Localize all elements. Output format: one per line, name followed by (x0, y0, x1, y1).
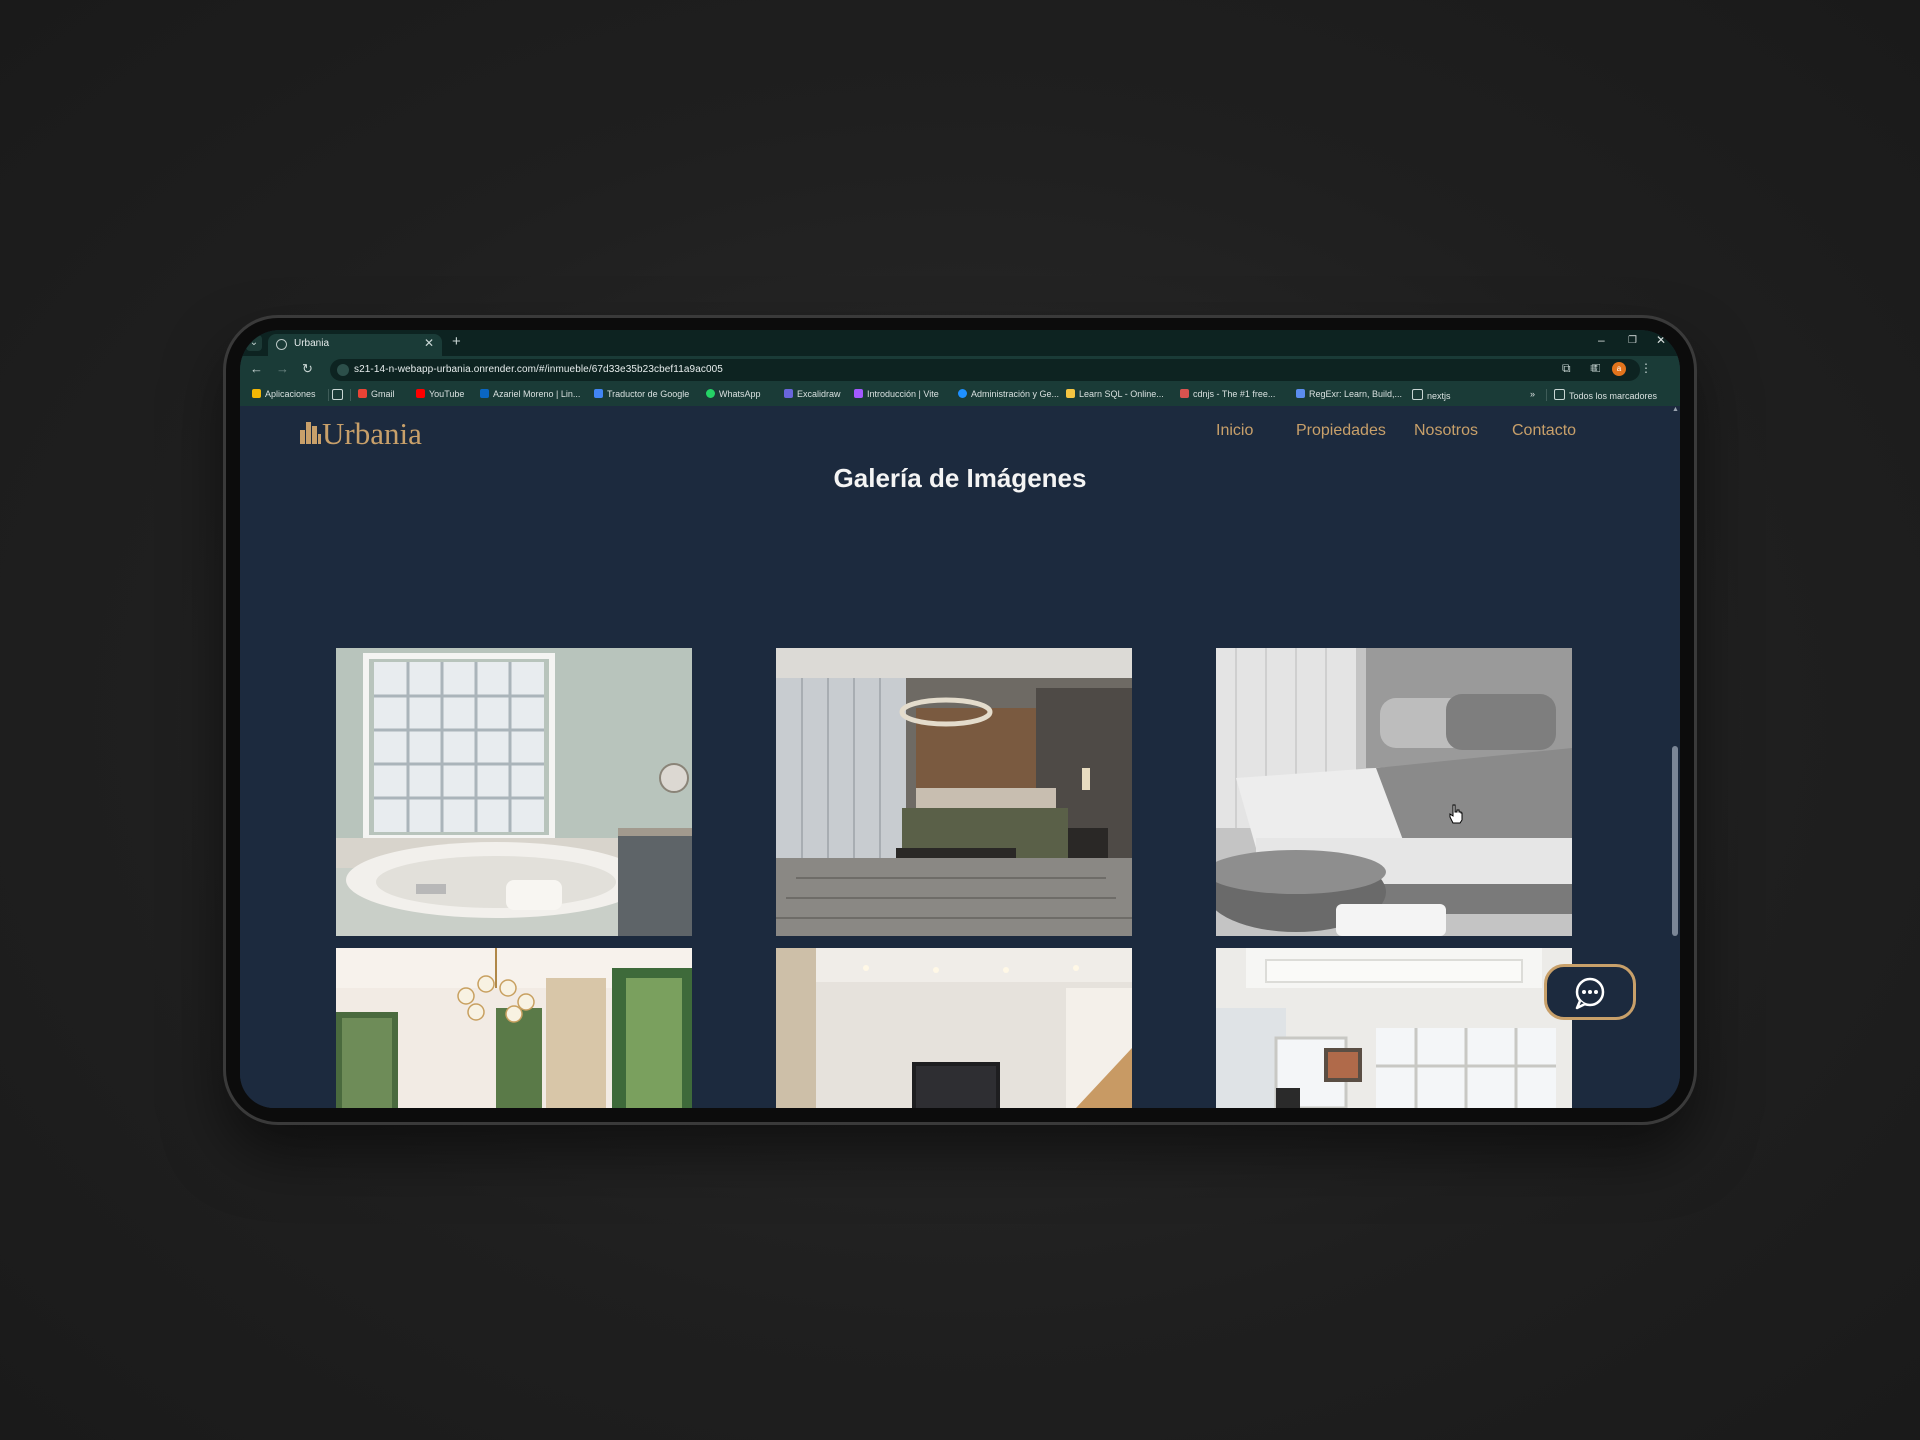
building-logo-icon (300, 422, 322, 444)
gallery-image-bed[interactable] (1216, 648, 1572, 936)
tablet-frame: ⌄ Urbania ✕ + – ❐ ✕ ← → ↻ s21-14-n-webap… (226, 318, 1694, 1122)
bookmark-vite[interactable]: Introducción | Vite (854, 389, 939, 399)
room-tv-photo (776, 948, 1132, 1108)
gallery-image-tv-room[interactable] (776, 948, 1132, 1108)
bookmark-grid[interactable] (332, 389, 347, 401)
bookmark-separator (1546, 389, 1547, 401)
window-close-icon[interactable]: ✕ (1656, 333, 1666, 347)
bookmark-translate[interactable]: Traductor de Google (594, 389, 689, 399)
grid-icon (332, 389, 343, 400)
profile-avatar[interactable]: a (1612, 362, 1626, 376)
bookmark-youtube[interactable]: YouTube (416, 389, 464, 399)
linkedin-icon (480, 389, 489, 398)
white-living-room-photo (1216, 948, 1572, 1108)
page-scrollbar[interactable]: ▲ (1672, 406, 1679, 1108)
menu-kebab-icon[interactable]: ⋮ (1640, 361, 1652, 375)
bed-gray-photo (1216, 648, 1572, 936)
edge-icon (958, 389, 967, 398)
sql-icon (1066, 389, 1075, 398)
globe-icon (276, 339, 287, 350)
new-tab-icon[interactable]: + (452, 333, 461, 350)
back-icon[interactable]: ← (250, 361, 263, 376)
folder-icon (1412, 389, 1423, 400)
gallery-image-bedroom[interactable] (776, 648, 1132, 936)
close-tab-icon[interactable]: ✕ (424, 336, 434, 350)
bookmark-whatsapp[interactable]: WhatsApp (706, 389, 761, 399)
cdnjs-icon (1180, 389, 1189, 398)
bookmark-administracion[interactable]: Administración y Ge... (958, 389, 1059, 399)
tab-search-icon[interactable]: ⌄ (246, 335, 262, 351)
apps-grid-icon (252, 389, 261, 398)
url-text: s21-14-n-webapp-urbania.onrender.com/#/i… (354, 364, 723, 375)
google-translate-icon (594, 389, 603, 398)
brand-name: Urbania (322, 416, 422, 451)
tab-title: Urbania (294, 338, 330, 349)
gmail-icon (358, 389, 367, 398)
bookmark-gmail[interactable]: Gmail (358, 389, 395, 399)
more-bookmarks-icon[interactable]: » (1530, 389, 1535, 399)
browser-toolbar: ← → ↻ s21-14-n-webapp-urbania.onrender.c… (240, 356, 1680, 384)
gallery-image-living-room[interactable] (336, 948, 692, 1108)
gallery-image-bathroom[interactable] (336, 648, 692, 936)
bookmark-cdnjs[interactable]: cdnjs - The #1 free... (1180, 389, 1275, 399)
bathroom-jacuzzi-photo (336, 648, 692, 936)
bookmark-separator (350, 389, 351, 401)
address-bar[interactable]: s21-14-n-webapp-urbania.onrender.com/#/i… (330, 359, 1640, 381)
hand-cursor-icon (1448, 804, 1464, 829)
living-room-chandelier-photo (336, 948, 692, 1108)
browser-tab[interactable]: Urbania ✕ (268, 334, 442, 356)
youtube-icon (416, 389, 425, 398)
bookmark-excalidraw[interactable]: Excalidraw (784, 389, 841, 399)
tab-strip: ⌄ Urbania ✕ + – ❐ ✕ (240, 330, 1680, 356)
whatsapp-icon (706, 389, 715, 398)
all-bookmarks[interactable]: Todos los marcadores (1554, 389, 1657, 401)
nav-propiedades[interactable]: Propiedades (1296, 422, 1386, 440)
reload-icon[interactable]: ↻ (302, 361, 313, 377)
vite-icon (854, 389, 863, 398)
extensions-icon[interactable]: ⧉ (1562, 361, 1571, 376)
bookmark-aplicaciones[interactable]: Aplicaciones (252, 389, 316, 399)
chat-button[interactable] (1544, 964, 1636, 1020)
scrollbar-thumb[interactable] (1672, 746, 1678, 936)
gallery-image-white-room[interactable] (1216, 948, 1572, 1108)
browser-window: ⌄ Urbania ✕ + – ❐ ✕ ← → ↻ s21-14-n-webap… (240, 330, 1680, 1108)
bookmarks-bar: Aplicaciones Gmail YouTube Azariel Moren… (240, 384, 1680, 406)
chat-bubble-icon (1575, 977, 1605, 1010)
forward-icon[interactable]: → (276, 361, 289, 376)
gallery-title: Galería de Imágenes (833, 463, 1087, 493)
folder-icon (1554, 389, 1565, 400)
site-info-icon[interactable] (337, 364, 349, 376)
bedroom-wood-wall-photo (776, 648, 1132, 936)
minimize-icon[interactable]: – (1598, 333, 1605, 347)
bookmark-separator (328, 389, 329, 401)
bookmark-nextjs[interactable]: nextjs (1412, 389, 1451, 401)
bookmark-linkedin[interactable]: Azariel Moreno | Lin... (480, 389, 580, 399)
restore-icon[interactable]: ❐ (1628, 335, 1637, 346)
scroll-up-icon[interactable]: ▲ (1672, 406, 1679, 413)
bookmark-regexr[interactable]: RegExr: Learn, Build,... (1296, 389, 1402, 399)
page-content: Urbania Inicio Propiedades Nosotros Cont… (240, 406, 1680, 1108)
nav-contacto[interactable]: Contacto (1512, 422, 1576, 440)
media-queue-icon[interactable]: ≡ (1590, 361, 1597, 375)
excalidraw-icon (784, 389, 793, 398)
nav-inicio[interactable]: Inicio (1216, 422, 1253, 440)
bookmark-learn-sql[interactable]: Learn SQL - Online... (1066, 389, 1164, 399)
nav-nosotros[interactable]: Nosotros (1414, 422, 1478, 440)
regexr-icon (1296, 389, 1305, 398)
